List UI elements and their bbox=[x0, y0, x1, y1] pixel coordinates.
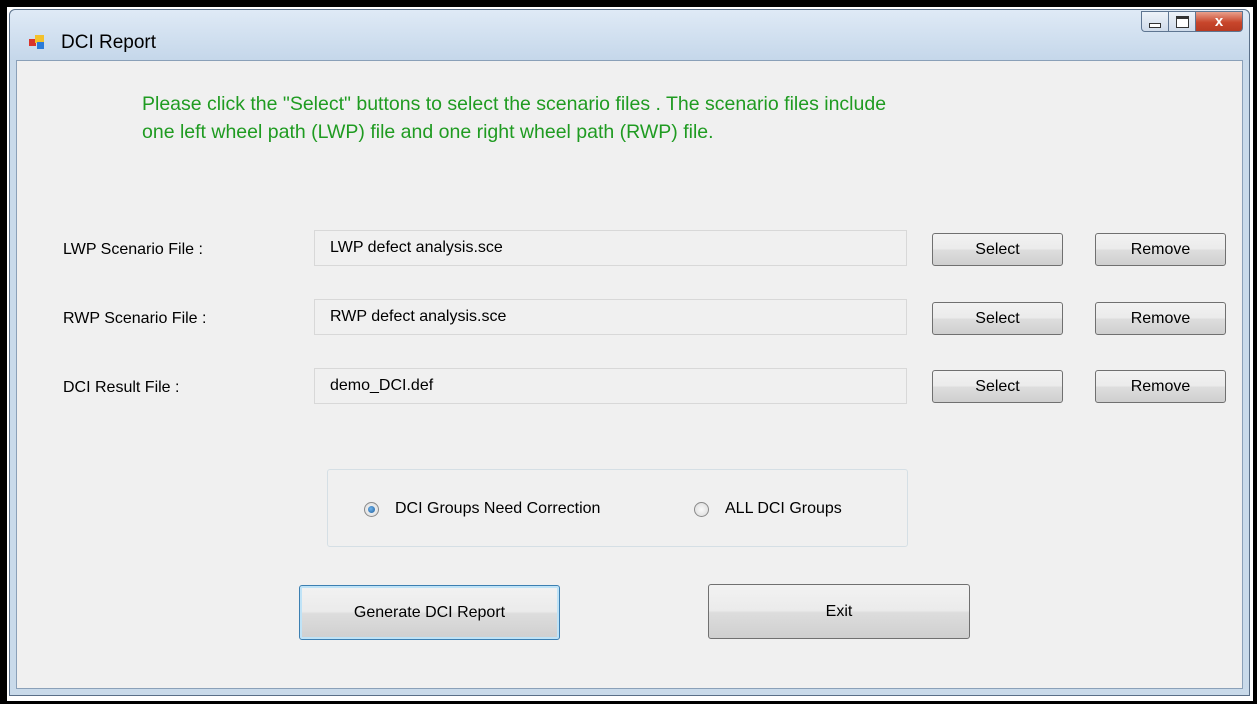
dci-result-select-button[interactable]: Select bbox=[932, 370, 1063, 403]
lwp-scenario-label: LWP Scenario File : bbox=[63, 241, 203, 258]
lwp-select-button[interactable]: Select bbox=[932, 233, 1063, 266]
maximize-icon bbox=[1175, 15, 1189, 28]
need-correction-label[interactable]: DCI Groups Need Correction bbox=[395, 500, 600, 518]
instruction-line-2: one left wheel path (LWP) file and one r… bbox=[142, 121, 714, 143]
instruction-text: Please click the "Select" buttons to sel… bbox=[142, 90, 1122, 146]
window-title: DCI Report bbox=[61, 32, 157, 53]
generate-report-button[interactable]: Generate DCI Report bbox=[299, 585, 560, 640]
need-correction-radio[interactable] bbox=[364, 502, 379, 517]
dci-report-window: DCI Report x Please click the "Select" b… bbox=[9, 9, 1250, 696]
radio-selected-dot bbox=[368, 506, 375, 513]
title-bar[interactable]: DCI Report x bbox=[10, 10, 1249, 60]
close-button[interactable]: x bbox=[1196, 11, 1243, 32]
instruction-line-1: Please click the "Select" buttons to sel… bbox=[142, 93, 887, 115]
rwp-remove-button[interactable]: Remove bbox=[1095, 302, 1226, 335]
minimize-button[interactable] bbox=[1141, 11, 1169, 32]
lwp-remove-button[interactable]: Remove bbox=[1095, 233, 1226, 266]
all-groups-radio[interactable] bbox=[694, 502, 709, 517]
window-controls: x bbox=[1141, 11, 1243, 33]
close-icon: x bbox=[1214, 13, 1224, 30]
rwp-scenario-field[interactable]: RWP defect analysis.sce bbox=[314, 299, 907, 335]
rwp-select-button[interactable]: Select bbox=[932, 302, 1063, 335]
exit-button[interactable]: Exit bbox=[708, 584, 970, 639]
rwp-scenario-label: RWP Scenario File : bbox=[63, 310, 207, 327]
dci-result-label: DCI Result File : bbox=[63, 379, 180, 396]
lwp-scenario-field[interactable]: LWP defect analysis.sce bbox=[314, 230, 907, 266]
dci-group-options: DCI Groups Need Correction ALL DCI Group… bbox=[327, 469, 908, 547]
dci-result-remove-button[interactable]: Remove bbox=[1095, 370, 1226, 403]
dci-result-field[interactable]: demo_DCI.def bbox=[314, 368, 907, 404]
maximize-button[interactable] bbox=[1169, 11, 1196, 32]
minimize-icon bbox=[1149, 23, 1161, 28]
client-area: Please click the "Select" buttons to sel… bbox=[16, 60, 1243, 689]
app-icon bbox=[29, 34, 45, 50]
all-groups-label[interactable]: ALL DCI Groups bbox=[725, 500, 842, 518]
